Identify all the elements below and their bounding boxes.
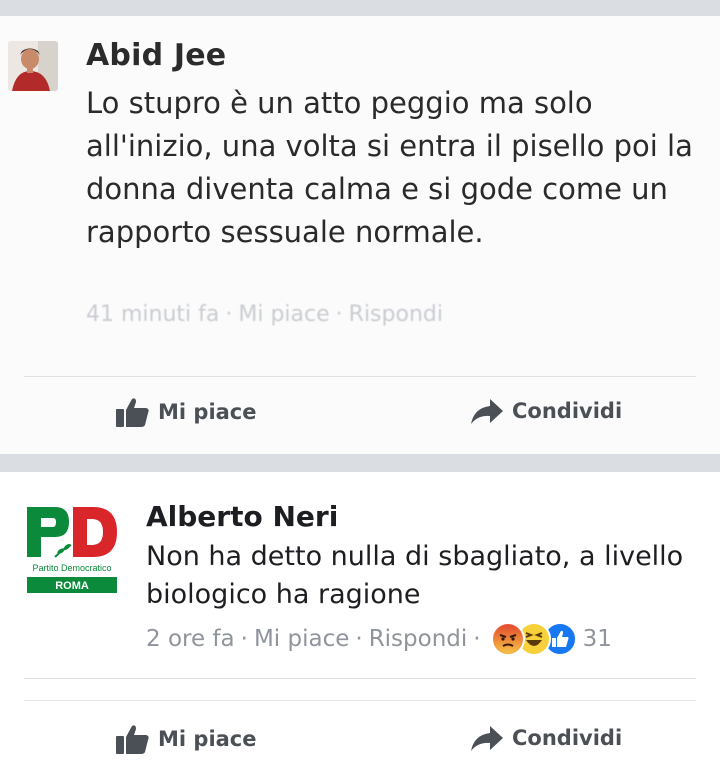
like-button[interactable]: Mi piace: [116, 724, 257, 754]
comment-reply-link[interactable]: Rispondi: [349, 302, 443, 327]
thumbs-up-icon: [116, 398, 149, 427]
reaction-count[interactable]: 31: [583, 626, 612, 652]
comment-card: Partito Democratico ROMA Alberto Neri No…: [0, 472, 720, 780]
meta-separator: ·: [473, 626, 481, 652]
like-button-label: Mi piace: [158, 400, 257, 424]
comment-text: Lo stupro è un atto peggio ma solo all'i…: [86, 86, 693, 249]
meta-separator: ·: [355, 626, 363, 652]
share-arrow-icon: [471, 726, 503, 751]
logo-text: Partito Democratico: [32, 563, 111, 573]
reactions-summary[interactable]: [490, 622, 577, 656]
angry-reaction-icon: [490, 622, 525, 656]
comment-time[interactable]: 41 minuti fa: [86, 302, 219, 327]
avatar[interactable]: Partito Democratico ROMA: [25, 501, 119, 595]
share-button[interactable]: Condividi: [470, 397, 622, 425]
divider: [24, 376, 696, 377]
comment-like-link[interactable]: Mi piace: [254, 626, 349, 652]
comment-author[interactable]: Abid Jee: [86, 38, 226, 73]
meta-separator: ·: [225, 302, 233, 327]
share-button[interactable]: Condividi: [470, 724, 622, 752]
divider: [24, 700, 696, 701]
like-button-label: Mi piace: [158, 727, 257, 751]
logo-subtext: ROMA: [55, 580, 89, 592]
thumbs-up-icon: [116, 725, 149, 754]
divider: [24, 678, 696, 679]
comment-like-link[interactable]: Mi piace: [238, 302, 329, 327]
share-arrow-icon: [471, 399, 503, 424]
like-button[interactable]: Mi piace: [116, 397, 257, 427]
comment-meta: 2 ore fa · Mi piace · Rispondi · 31: [146, 622, 612, 656]
share-button-label: Condividi: [512, 399, 623, 423]
comment-time[interactable]: 2 ore fa: [146, 626, 235, 652]
meta-separator: ·: [240, 626, 248, 652]
meta-separator: ·: [335, 302, 343, 327]
share-button-label: Condividi: [512, 726, 623, 750]
comment-meta: 41 minuti fa · Mi piace · Rispondi: [86, 302, 443, 327]
comment-text: Non ha detto nulla di sbagliato, a livel…: [146, 541, 684, 610]
profile-photo-icon: [8, 41, 58, 91]
comment-reply-link[interactable]: Rispondi: [369, 626, 468, 652]
avatar[interactable]: [8, 41, 58, 91]
comment-card: Abid Jee Lo stupro è un atto peggio ma s…: [0, 16, 720, 454]
pd-logo-icon: Partito Democratico ROMA: [25, 501, 119, 595]
comment-author[interactable]: Alberto Neri: [146, 500, 338, 533]
